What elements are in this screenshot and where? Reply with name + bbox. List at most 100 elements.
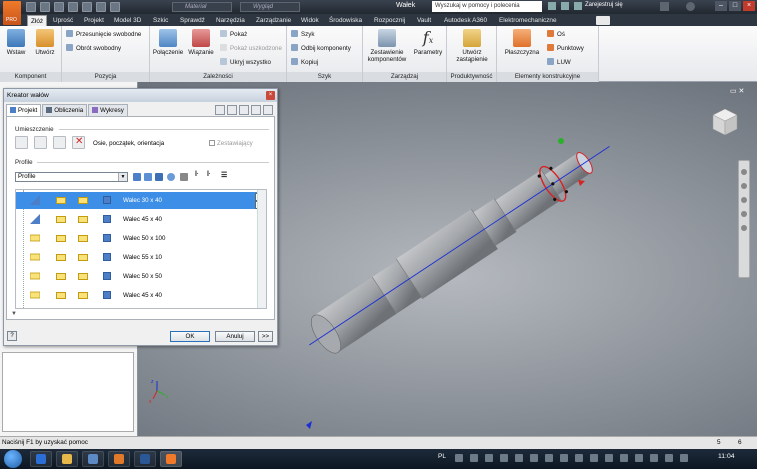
axis-select-button[interactable]	[15, 136, 28, 149]
reset-placement-button[interactable]: ✕	[72, 136, 85, 149]
point-button[interactable]: Punktowy	[547, 44, 584, 53]
group-label[interactable]: Produktywność	[447, 72, 496, 82]
group-label[interactable]: Szyk	[287, 72, 362, 82]
taskbar-app[interactable]	[134, 451, 156, 467]
cone-icon[interactable]	[144, 173, 152, 181]
section-edit-icon[interactable]	[103, 291, 111, 299]
star-icon[interactable]	[561, 2, 569, 10]
section-feature-icon[interactable]	[56, 292, 66, 299]
section-feature-icon[interactable]	[56, 254, 66, 261]
open-template-icon[interactable]	[215, 105, 225, 115]
tab-projekt[interactable]: Projekt	[6, 104, 42, 116]
plane-button[interactable]: Płaszczyzna	[501, 29, 543, 56]
section-row[interactable]: Walec 55 x 10	[16, 249, 266, 266]
section-row[interactable]: Walec 45 x 40	[16, 211, 266, 228]
section-feature-icon[interactable]	[78, 292, 88, 299]
bom-button[interactable]: Zestawienie komponentów	[365, 29, 409, 63]
tab-vault[interactable]: Vault	[417, 15, 431, 26]
assembling-checkbox[interactable]: Zestawiający	[209, 140, 253, 147]
axis-button[interactable]: Oś	[547, 30, 565, 39]
utworz-button[interactable]: Utwórz	[32, 29, 58, 56]
collapse-icon[interactable]: ▼	[11, 311, 17, 317]
appearance-combo[interactable]: Wygląd	[240, 2, 300, 12]
update-icon[interactable]	[110, 2, 120, 12]
pattern-button[interactable]: Szyk	[291, 30, 314, 39]
wstaw-button[interactable]: Wstaw	[4, 29, 28, 56]
tray-icon[interactable]	[635, 454, 643, 462]
tab-zarzadzanie[interactable]: Zarządzanie	[256, 15, 291, 26]
open-file-icon[interactable]	[40, 2, 50, 12]
browser-tree[interactable]	[2, 352, 134, 432]
section-feature-icon[interactable]	[56, 216, 66, 223]
tab-a360[interactable]: Autodesk A360	[444, 15, 487, 26]
tray-icon[interactable]	[665, 454, 673, 462]
section-feature-icon[interactable]	[56, 235, 66, 242]
show-button[interactable]: Pokaż	[220, 30, 247, 39]
help-search-input[interactable]: Wyszukaj w pomocy i polecenia	[432, 1, 542, 12]
app-logo[interactable]: PRO	[3, 1, 21, 25]
viewport-window-controls[interactable]: ▭ ✕	[730, 87, 744, 95]
close-button[interactable]: ×	[743, 1, 755, 11]
undo-icon[interactable]	[68, 2, 78, 12]
taskbar-app[interactable]	[30, 451, 52, 467]
sections-scrollbar[interactable]	[257, 190, 266, 308]
mirror-button[interactable]: Odbij komponenty	[291, 44, 351, 53]
show-sick-button[interactable]: Pokaż uszkodzone	[220, 44, 282, 53]
save-template-icon[interactable]	[227, 105, 237, 115]
options-icon[interactable]	[239, 105, 249, 115]
tab-projekt[interactable]: Projekt	[84, 15, 104, 26]
viewcube[interactable]	[707, 105, 741, 139]
ok-button[interactable]: OK	[170, 331, 210, 342]
tab-model-3d[interactable]: Model 3D	[114, 15, 141, 26]
zoom-icon[interactable]	[741, 197, 747, 203]
section-feature-icon[interactable]	[78, 197, 88, 204]
section-row[interactable]: Walec 30 x 40	[16, 192, 266, 209]
tray-icon[interactable]	[470, 454, 478, 462]
tray-icon[interactable]	[485, 454, 493, 462]
settings-icon[interactable]	[180, 173, 188, 181]
tray-icon[interactable]	[530, 454, 538, 462]
pan-icon[interactable]	[741, 183, 747, 189]
section-edit-icon[interactable]	[103, 253, 111, 261]
formula-icon[interactable]	[251, 105, 261, 115]
ucs-button[interactable]: LUW	[547, 58, 571, 67]
minimize-button[interactable]: –	[715, 1, 727, 11]
tab-elektromechaniczne[interactable]: Elektromechaniczne	[499, 15, 557, 26]
group-label[interactable]: Pozycja	[62, 72, 149, 82]
edge-feature-icon[interactable]	[30, 195, 40, 205]
redo-icon[interactable]	[82, 2, 92, 12]
help-button[interactable]: ?	[7, 331, 17, 341]
taskbar-app[interactable]	[82, 451, 104, 467]
taskbar-app[interactable]	[56, 451, 78, 467]
new-file-icon[interactable]	[26, 2, 36, 12]
tray-icon[interactable]	[560, 454, 568, 462]
tab-rozpocznij[interactable]: Rozpocznij	[374, 15, 405, 26]
cancel-button[interactable]: Anuluj	[215, 331, 255, 342]
language-indicator[interactable]: PL	[438, 453, 446, 460]
cart-icon[interactable]	[660, 2, 669, 11]
sphere-icon[interactable]	[167, 173, 175, 181]
look-at-icon[interactable]	[741, 225, 747, 231]
panel-options-icon[interactable]	[596, 16, 610, 25]
start-button[interactable]	[4, 450, 22, 468]
section-row[interactable]: Walec 45 x 40	[16, 287, 266, 304]
section-feature-icon[interactable]	[78, 273, 88, 280]
edge-feature-icon[interactable]	[29, 252, 41, 262]
tray-icon[interactable]	[605, 454, 613, 462]
section-row[interactable]: Walec 50 x 100	[16, 230, 266, 247]
tray-icon[interactable]	[515, 454, 523, 462]
taskbar-app[interactable]	[108, 451, 130, 467]
tray-icon[interactable]	[620, 454, 628, 462]
taskbar-app-inventor[interactable]	[160, 451, 182, 467]
tray-icon[interactable]	[590, 454, 598, 462]
wiazanie-button[interactable]: Wiązanie	[186, 29, 216, 56]
section-feature-icon[interactable]	[56, 197, 66, 204]
tray-icon[interactable]	[680, 454, 688, 462]
eraser-icon[interactable]	[263, 105, 273, 115]
copy-button[interactable]: Kopiuj	[291, 58, 318, 67]
more-button[interactable]: >>	[258, 331, 273, 342]
tray-icon[interactable]	[575, 454, 583, 462]
section-feature-icon[interactable]	[56, 273, 66, 280]
group-label[interactable]: Komponent	[0, 72, 61, 82]
section-feature-icon[interactable]	[78, 235, 88, 242]
